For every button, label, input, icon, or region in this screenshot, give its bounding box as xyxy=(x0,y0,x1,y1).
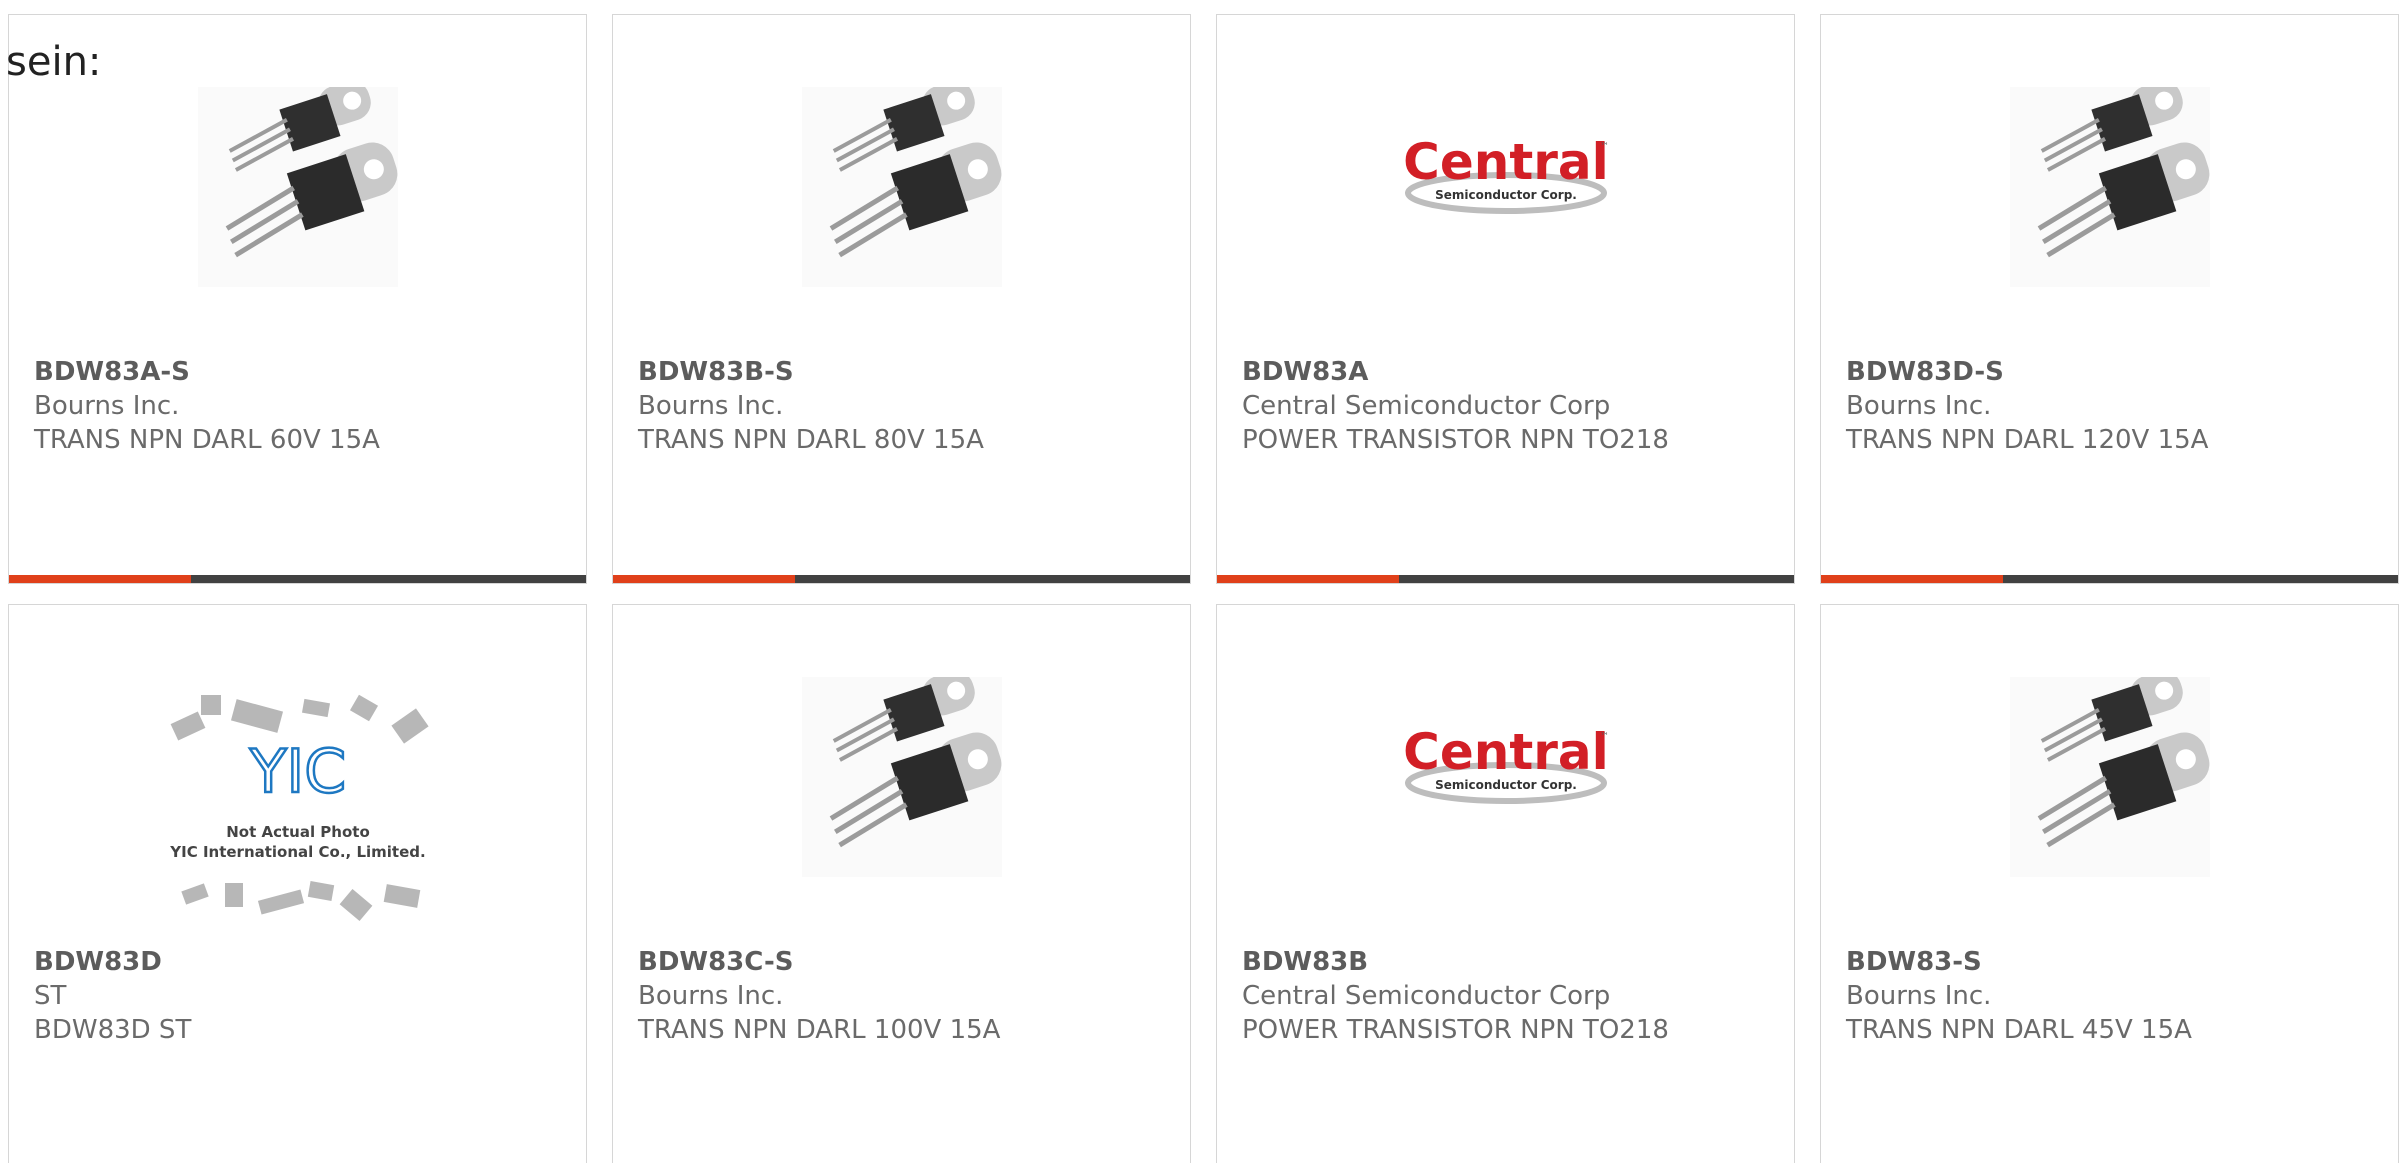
product-info: BDW83D ST BDW83D ST xyxy=(34,945,576,1047)
product-card[interactable]: BDW83-S Bourns Inc. TRANS NPN DARL 45V 1… xyxy=(1820,604,2399,1163)
yic-placeholder-image: YIC Not Actual Photo YIC International C… xyxy=(169,694,429,922)
card-bar xyxy=(613,575,1190,583)
transistor-image xyxy=(801,87,1002,287)
part-number[interactable]: BDW83B xyxy=(1242,945,1784,979)
product-card[interactable]: BDW83A-S Bourns Inc. TRANS NPN DARL 60V … xyxy=(8,14,587,584)
product-card[interactable]: BDW83B-S Bourns Inc. TRANS NPN DARL 80V … xyxy=(612,14,1191,584)
description: TRANS NPN DARL 80V 15A xyxy=(638,425,984,455)
svg-text:YIC International Co., Limited: YIC International Co., Limited. xyxy=(169,843,425,861)
product-info: BDW83C-S Bourns Inc. TRANS NPN DARL 100V… xyxy=(638,945,1180,1047)
card-bar xyxy=(1217,575,1794,583)
svg-text:Central: Central xyxy=(1403,725,1609,781)
description: BDW83D ST xyxy=(34,1015,192,1045)
product-info: BDW83B-S Bourns Inc. TRANS NPN DARL 80V … xyxy=(638,355,1180,457)
product-info: BDW83A Central Semiconductor Corp POWER … xyxy=(1242,355,1784,457)
part-number[interactable]: BDW83D-S xyxy=(1846,355,2388,389)
manufacturer: Bourns Inc. xyxy=(1846,981,1992,1011)
manufacturer: Bourns Inc. xyxy=(638,981,784,1011)
transistor-image xyxy=(801,677,1002,877)
card-bar xyxy=(1821,575,2398,583)
part-number[interactable]: BDW83D xyxy=(34,945,576,979)
central-logo: Central ™ Semiconductor Corp. xyxy=(1403,135,1609,214)
part-number[interactable]: BDW83B-S xyxy=(638,355,1180,389)
manufacturer: Bourns Inc. xyxy=(1846,391,1992,421)
transistor-image xyxy=(2009,87,2210,287)
manufacturer: ST xyxy=(34,981,67,1011)
description: TRANS NPN DARL 60V 15A xyxy=(34,425,380,455)
svg-text:Central: Central xyxy=(1403,135,1609,191)
card-bar-accent xyxy=(1821,575,2003,583)
product-card[interactable]: BDW83D-S Bourns Inc. TRANS NPN DARL 120V… xyxy=(1820,14,2399,584)
card-bar-accent xyxy=(613,575,795,583)
manufacturer: Central Semiconductor Corp xyxy=(1242,981,1611,1011)
product-info: BDW83B Central Semiconductor Corp POWER … xyxy=(1242,945,1784,1047)
card-bar-accent xyxy=(1217,575,1399,583)
product-info: BDW83D-S Bourns Inc. TRANS NPN DARL 120V… xyxy=(1846,355,2388,457)
card-bar xyxy=(9,575,586,583)
transistor-image xyxy=(2009,677,2210,877)
part-number[interactable]: BDW83A xyxy=(1242,355,1784,389)
product-info: BDW83A-S Bourns Inc. TRANS NPN DARL 60V … xyxy=(34,355,576,457)
card-bar-accent xyxy=(9,575,191,583)
part-number[interactable]: BDW83A-S xyxy=(34,355,576,389)
manufacturer: Central Semiconductor Corp xyxy=(1242,391,1611,421)
product-grid-page: sein: BDW83A-S Bourns Inc. TRANS NPN DAR xyxy=(0,0,2400,1163)
product-card[interactable]: YIC Not Actual Photo YIC International C… xyxy=(8,604,587,1163)
manufacturer: Bourns Inc. xyxy=(638,391,784,421)
product-card[interactable]: Central ™ Semiconductor Corp. BDW83B Cen… xyxy=(1216,604,1795,1163)
svg-text:Semiconductor Corp.: Semiconductor Corp. xyxy=(1435,778,1577,792)
description: TRANS NPN DARL 45V 15A xyxy=(1846,1015,2192,1045)
central-logo: Central ™ Semiconductor Corp. xyxy=(1403,725,1609,804)
product-card[interactable]: BDW83C-S Bourns Inc. TRANS NPN DARL 100V… xyxy=(612,604,1191,1163)
svg-text:™: ™ xyxy=(1600,142,1609,152)
description: POWER TRANSISTOR NPN TO218 xyxy=(1242,1015,1669,1045)
manufacturer: Bourns Inc. xyxy=(34,391,180,421)
part-number[interactable]: BDW83-S xyxy=(1846,945,2388,979)
svg-text:™: ™ xyxy=(1600,732,1609,742)
svg-text:Semiconductor Corp.: Semiconductor Corp. xyxy=(1435,188,1577,202)
svg-text:Not Actual Photo: Not Actual Photo xyxy=(226,823,370,841)
product-card[interactable]: Central ™ Semiconductor Corp. BDW83A Cen… xyxy=(1216,14,1795,584)
description: TRANS NPN DARL 100V 15A xyxy=(638,1015,1001,1045)
product-info: BDW83-S Bourns Inc. TRANS NPN DARL 45V 1… xyxy=(1846,945,2388,1047)
part-number[interactable]: BDW83C-S xyxy=(638,945,1180,979)
svg-text:YIC: YIC xyxy=(248,737,345,807)
intro-text: sein: xyxy=(6,39,102,85)
description: TRANS NPN DARL 120V 15A xyxy=(1846,425,2209,455)
transistor-image xyxy=(197,87,398,287)
description: POWER TRANSISTOR NPN TO218 xyxy=(1242,425,1669,455)
